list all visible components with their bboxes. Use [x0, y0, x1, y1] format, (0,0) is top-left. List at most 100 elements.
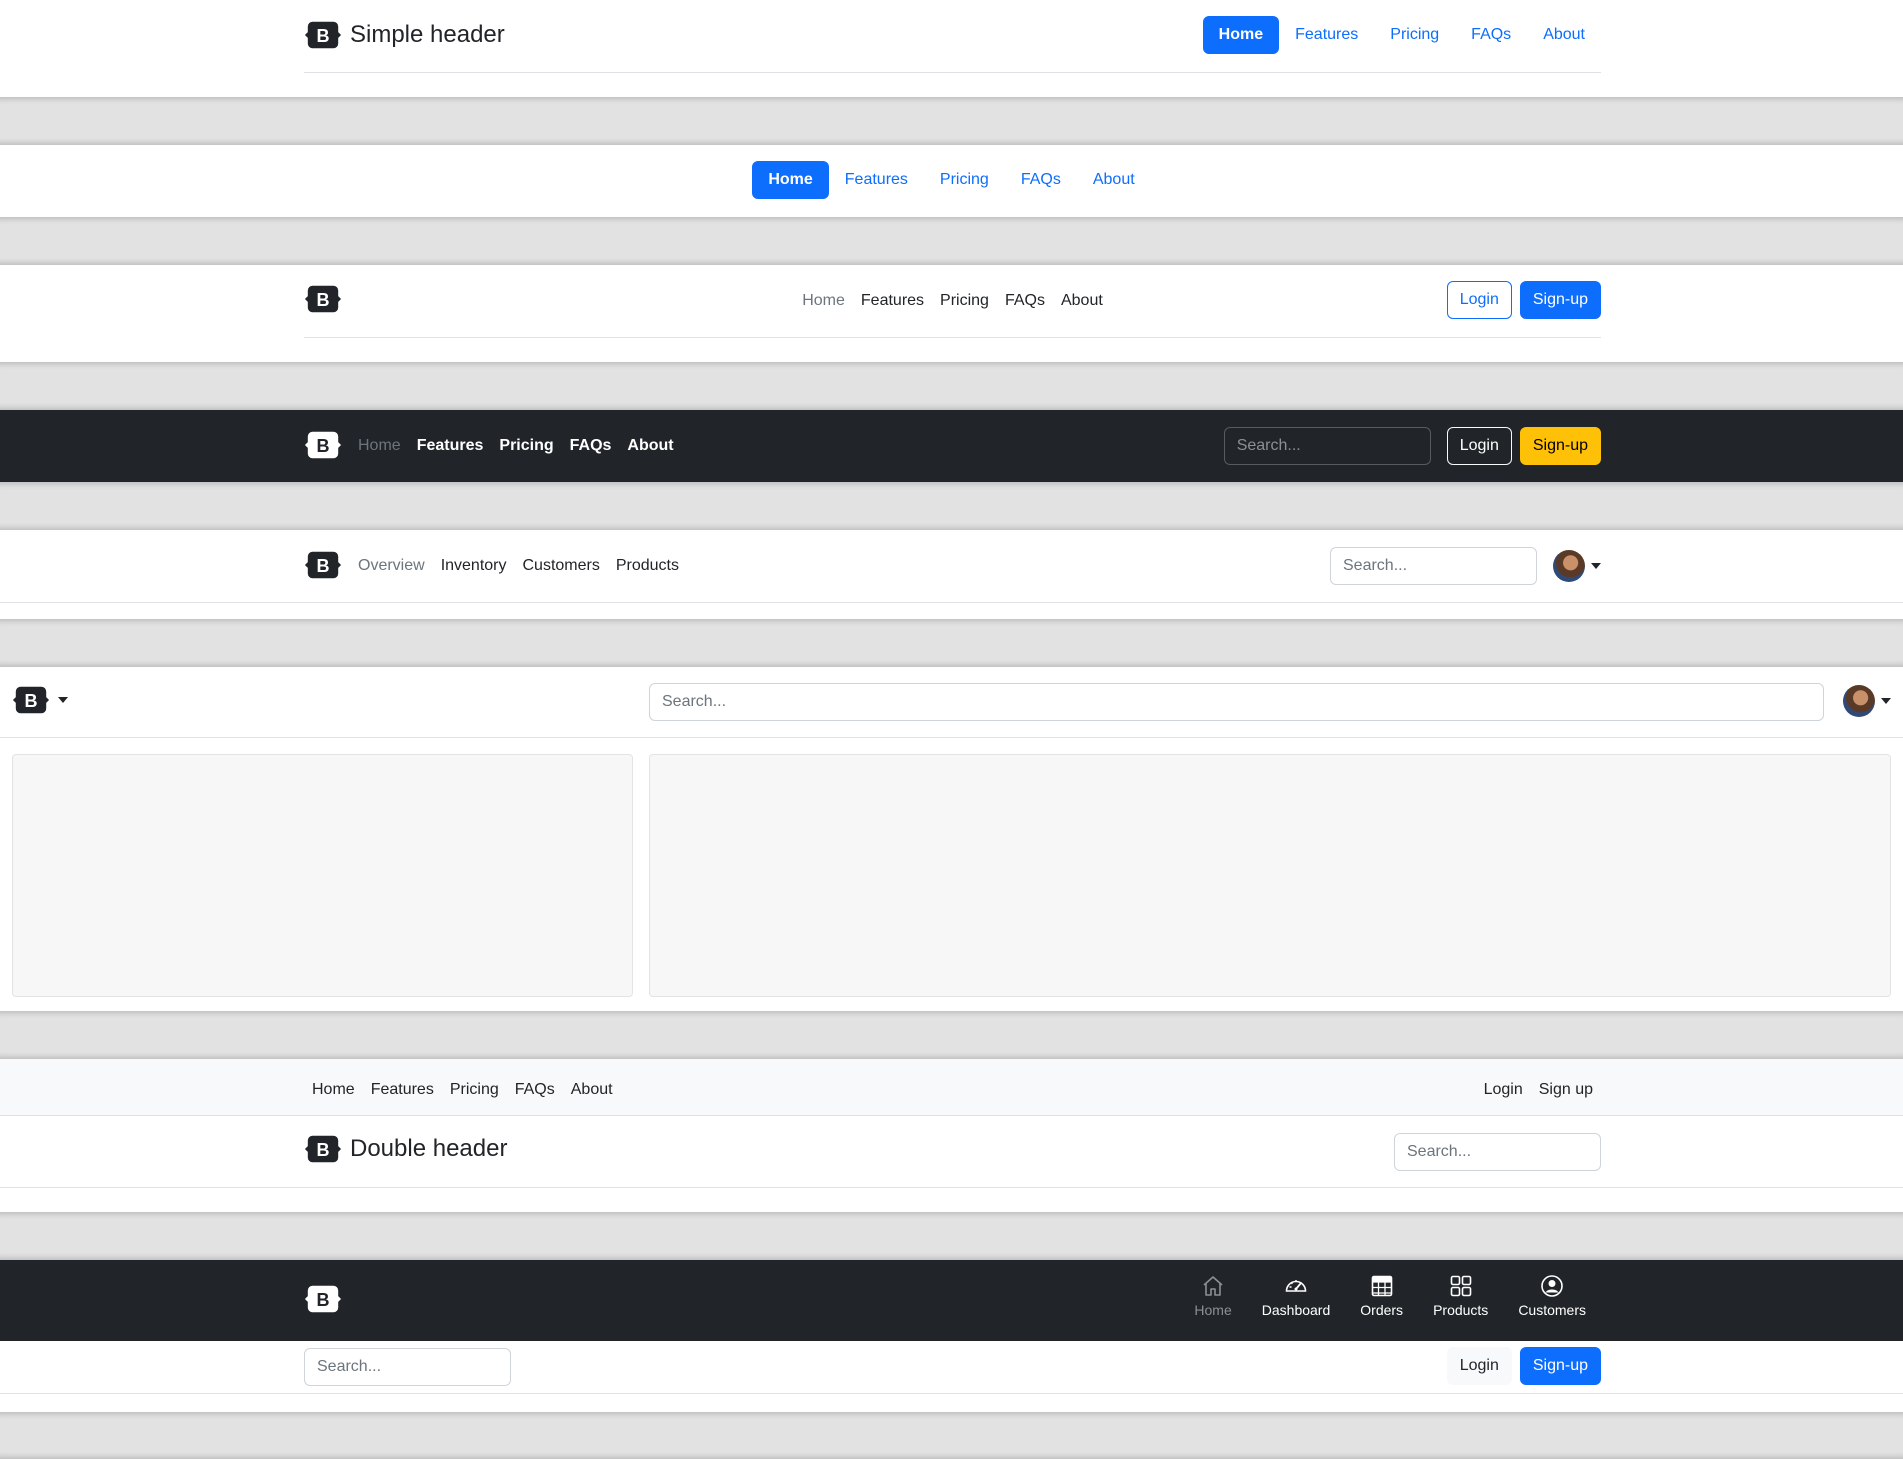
speedometer-icon [1285, 1280, 1307, 1292]
table-icon [1371, 1275, 1392, 1297]
dark-actions: Login Sign-up [1223, 427, 1601, 465]
header-border [0, 602, 1903, 603]
signup-link[interactable]: Sign up [1531, 1073, 1601, 1107]
nav-home[interactable]: Home [350, 429, 409, 463]
nav-pricing[interactable]: Pricing [932, 284, 997, 318]
nav-customers[interactable]: Customers [515, 549, 608, 583]
user-menu-toggle[interactable] [1843, 685, 1891, 717]
brand-title: Double header [350, 1135, 508, 1162]
nav-home[interactable]: Home [1179, 1274, 1246, 1318]
icon-nav-header: Home Dashboard Orders Products Customers [304, 1260, 1601, 1341]
auth-buttons: Login Sign-up [1446, 281, 1601, 319]
sub-bar-border [0, 1393, 1903, 1394]
nav-customers[interactable]: Customers [1503, 1274, 1601, 1318]
search-input[interactable] [1223, 427, 1431, 465]
nav-dashboard[interactable]: Dashboard [1247, 1274, 1346, 1318]
search-input[interactable] [1330, 547, 1537, 585]
icon-nav-section: Home Dashboard Orders Products Customers [0, 1260, 1903, 1341]
sidebar-placeholder [12, 754, 633, 997]
nav-products[interactable]: Products [608, 549, 687, 583]
nav-faqs[interactable]: FAQs [562, 429, 620, 463]
nav-buttons-section: Home Features Pricing FAQs About Login S… [0, 265, 1903, 362]
search-input[interactable] [649, 683, 1824, 721]
nav-orders[interactable]: Orders [1345, 1274, 1418, 1318]
sub-bar: Login Sign-up [304, 1341, 1601, 1393]
nav-about[interactable]: About [619, 429, 681, 463]
dark-header: Home Features Pricing FAQs About Login S… [304, 410, 1601, 482]
center-nav: Home Features Pricing FAQs About [304, 284, 1601, 318]
nav-home[interactable]: Home [752, 161, 829, 199]
simple-header: Simple header Home Features Pricing FAQs… [304, 0, 1601, 73]
icon-nav: Home Dashboard Orders Products Customers [1179, 1274, 1601, 1318]
nav-inventory[interactable]: Inventory [433, 549, 515, 583]
nav-features[interactable]: Features [853, 284, 932, 318]
top-bar-inner: Home Features Pricing FAQs About Login S… [304, 1059, 1601, 1116]
main-bar-inner: Double header [304, 1116, 1601, 1188]
nav-features[interactable]: Features [1279, 16, 1374, 54]
login-button[interactable]: Login [1446, 427, 1512, 465]
bootstrap-logo-icon [12, 685, 50, 715]
nav-label: Customers [1518, 1302, 1586, 1318]
nav-faqs[interactable]: FAQs [1005, 161, 1077, 199]
nav-home[interactable]: Home [304, 1073, 363, 1107]
nav-faqs[interactable]: FAQs [997, 284, 1053, 318]
login-link[interactable]: Login [1476, 1073, 1531, 1107]
brand-link[interactable]: Simple header [304, 20, 505, 50]
nav-about[interactable]: About [563, 1073, 621, 1107]
login-button[interactable]: Login [1446, 281, 1512, 319]
user-menu-toggle[interactable] [1553, 550, 1601, 582]
nav-overview[interactable]: Overview [350, 549, 433, 583]
section-divider [0, 619, 1903, 667]
bootstrap-logo-icon[interactable] [304, 1284, 342, 1314]
pills-nav: Home Features Pricing FAQs About [1202, 16, 1601, 54]
caret-down-icon [58, 697, 68, 703]
caret-down-icon [1881, 698, 1891, 704]
login-button[interactable]: Login [1446, 1347, 1512, 1385]
top-auth: Login Sign up [1476, 1073, 1601, 1107]
bootstrap-logo-icon[interactable] [304, 550, 342, 580]
signup-button[interactable]: Sign-up [1519, 427, 1601, 465]
nav-products[interactable]: Products [1418, 1274, 1503, 1318]
section-divider [0, 1011, 1903, 1059]
app-layout-section [0, 667, 1903, 1011]
nav-pricing[interactable]: Pricing [1374, 16, 1455, 54]
app-header-section: Overview Inventory Customers Products [0, 530, 1903, 619]
signup-button[interactable]: Sign-up [1519, 281, 1601, 319]
dark-header-section: Home Features Pricing FAQs About Login S… [0, 410, 1903, 482]
avatar [1553, 550, 1585, 582]
nav-label: Orders [1360, 1302, 1404, 1318]
brand-link[interactable]: Double header [304, 1134, 507, 1164]
nav-home[interactable]: Home [794, 284, 853, 318]
nav-features[interactable]: Features [829, 161, 924, 199]
nav-label: Home [1194, 1302, 1232, 1318]
nav-pricing[interactable]: Pricing [442, 1073, 507, 1107]
top-bar: Home Features Pricing FAQs About Login S… [0, 1059, 1903, 1116]
nav-faqs[interactable]: FAQs [1455, 16, 1527, 54]
nav-about[interactable]: About [1077, 161, 1151, 199]
nav-pricing[interactable]: Pricing [491, 429, 561, 463]
search-input[interactable] [304, 1348, 511, 1386]
nav-about[interactable]: About [1053, 284, 1111, 318]
section-divider [0, 97, 1903, 145]
nav-label: Products [1433, 1302, 1489, 1318]
sub-bar-actions: Login Sign-up [1446, 1347, 1601, 1385]
nav-faqs[interactable]: FAQs [507, 1073, 563, 1107]
bootstrap-logo-icon [304, 1134, 342, 1164]
nav-about[interactable]: About [1527, 16, 1601, 54]
nav-home[interactable]: Home [1202, 16, 1280, 54]
section-divider [0, 1212, 1903, 1260]
person-circle-icon [1541, 1275, 1563, 1297]
simple-header-section: Simple header Home Features Pricing FAQs… [0, 0, 1903, 97]
dark-nav: Home Features Pricing FAQs About [350, 429, 682, 463]
nav-features[interactable]: Features [409, 429, 492, 463]
header-border [0, 737, 1903, 738]
brand-dropdown-toggle[interactable] [12, 685, 68, 715]
section-divider [0, 1412, 1903, 1459]
content-placeholder [649, 754, 1891, 997]
nav-features[interactable]: Features [363, 1073, 442, 1107]
double-header-section: Home Features Pricing FAQs About Login S… [0, 1059, 1903, 1212]
nav-pricing[interactable]: Pricing [924, 161, 1005, 199]
signup-button[interactable]: Sign-up [1519, 1347, 1601, 1385]
search-input[interactable] [1394, 1133, 1601, 1171]
bootstrap-logo-icon[interactable] [304, 430, 342, 460]
